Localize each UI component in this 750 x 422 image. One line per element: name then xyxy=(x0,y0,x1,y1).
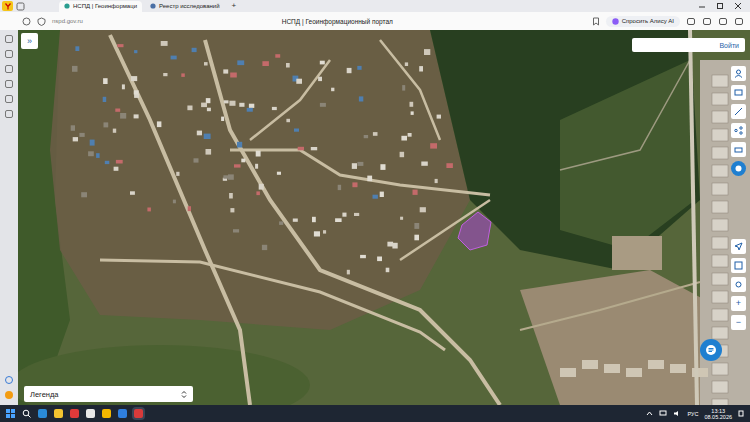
settings-icon[interactable] xyxy=(731,277,746,292)
zoom-in-button[interactable]: + xyxy=(731,296,746,311)
login-button[interactable]: Войти xyxy=(632,38,745,52)
login-label: Войти xyxy=(719,42,739,49)
clock-time: 13:13 xyxy=(711,408,725,414)
zoom-out-button[interactable]: − xyxy=(731,315,746,330)
back-icon[interactable] xyxy=(22,17,31,26)
location-icon[interactable] xyxy=(731,239,746,254)
sidebar-app-icon[interactable] xyxy=(5,50,13,58)
map-canvas[interactable]: »Войти+−Легенда xyxy=(18,30,750,405)
print-icon[interactable] xyxy=(731,142,746,157)
browser-chrome: НСПД | ГеоинформациРеестр исследований+n… xyxy=(0,0,750,30)
taskbar-app-icon[interactable] xyxy=(118,409,127,418)
taskbar: РУС 13:1308.05.2026 xyxy=(0,405,750,422)
site-icon xyxy=(150,3,156,9)
tab-strip: НСПД | Геоинформаци Реестр исследований + xyxy=(0,0,750,12)
downloads-icon[interactable] xyxy=(702,17,712,26)
shield-icon[interactable] xyxy=(37,17,46,26)
sidebar-app-icon[interactable] xyxy=(5,376,13,384)
new-tab-button[interactable]: + xyxy=(228,1,241,11)
taskbar-app-icon[interactable] xyxy=(86,409,95,418)
volume-icon[interactable] xyxy=(673,410,681,417)
url-text[interactable]: nspd.gov.ru xyxy=(52,18,83,24)
page-title: НСПД | Геоинформационный портал xyxy=(89,18,586,25)
system-tray: РУС 13:1308.05.2026 xyxy=(646,408,744,420)
layers-icon[interactable] xyxy=(731,85,746,100)
chevron-updown-icon xyxy=(181,390,187,399)
browser-tab[interactable]: Реестр исследований xyxy=(145,1,225,12)
sidebar-app-icon[interactable] xyxy=(5,95,13,103)
taskbar-app-icon[interactable] xyxy=(54,409,63,418)
basemap-icon[interactable] xyxy=(731,258,746,273)
sidebar-app-icon[interactable] xyxy=(5,80,13,88)
window-controls xyxy=(698,2,750,10)
browser-logo-icon[interactable] xyxy=(2,1,13,11)
browser-sidebar xyxy=(0,30,18,405)
measure-icon[interactable] xyxy=(731,104,746,119)
close-icon[interactable] xyxy=(734,2,742,10)
maximize-icon[interactable] xyxy=(716,2,724,10)
sidebar-app-icon[interactable] xyxy=(5,35,13,43)
bookmark-icon[interactable] xyxy=(592,17,600,26)
site-icon xyxy=(64,3,70,9)
search-icon[interactable] xyxy=(22,409,31,418)
clock-date: 08.05.2026 xyxy=(704,414,732,420)
profile-icon[interactable] xyxy=(734,17,744,26)
assistant-icon[interactable] xyxy=(731,161,746,176)
tab-label: НСПД | Геоинформаци xyxy=(73,3,137,9)
menu-icon[interactable] xyxy=(718,17,728,26)
sidebar-app-icon[interactable] xyxy=(5,65,13,73)
minimize-icon[interactable] xyxy=(698,2,706,10)
tabs-menu-icon[interactable] xyxy=(16,2,25,11)
satellite-image xyxy=(18,30,750,405)
tray-arrow-icon[interactable] xyxy=(646,410,653,417)
language-indicator[interactable]: РУС xyxy=(687,411,698,417)
legend-label: Легенда xyxy=(30,390,59,399)
tab-label: Реестр исследований xyxy=(159,3,220,9)
address-bar: nspd.gov.ru НСПД | Геоинформационный порт… xyxy=(0,12,750,30)
alice-button[interactable]: Спросить Алису AI xyxy=(606,16,680,27)
sidebar-app-icon[interactable] xyxy=(5,391,13,399)
windows-start-icon[interactable] xyxy=(6,409,15,418)
map-toolbar: +− xyxy=(731,66,746,330)
user-icon[interactable] xyxy=(731,66,746,81)
share-icon[interactable] xyxy=(731,123,746,138)
chat-button[interactable] xyxy=(700,339,722,361)
network-icon[interactable] xyxy=(659,410,667,417)
alice-label: Спросить Алису AI xyxy=(622,18,674,24)
alice-icon xyxy=(612,18,619,25)
taskbar-app-icon[interactable] xyxy=(38,409,47,418)
taskbar-app-icon[interactable] xyxy=(134,409,143,418)
browser-tab[interactable]: НСПД | Геоинформаци xyxy=(59,1,142,12)
taskbar-app-icon[interactable] xyxy=(102,409,111,418)
clock[interactable]: 13:1308.05.2026 xyxy=(704,408,732,420)
notifications-icon[interactable] xyxy=(738,410,744,417)
sidebar-app-icon[interactable] xyxy=(5,110,13,118)
legend-dropdown[interactable]: Легенда xyxy=(24,386,193,402)
browser-content: »Войти+−Легенда xyxy=(0,30,750,405)
extensions-icon[interactable] xyxy=(686,17,696,26)
expand-panel-button[interactable]: » xyxy=(21,33,38,49)
taskbar-app-icon[interactable] xyxy=(70,409,79,418)
